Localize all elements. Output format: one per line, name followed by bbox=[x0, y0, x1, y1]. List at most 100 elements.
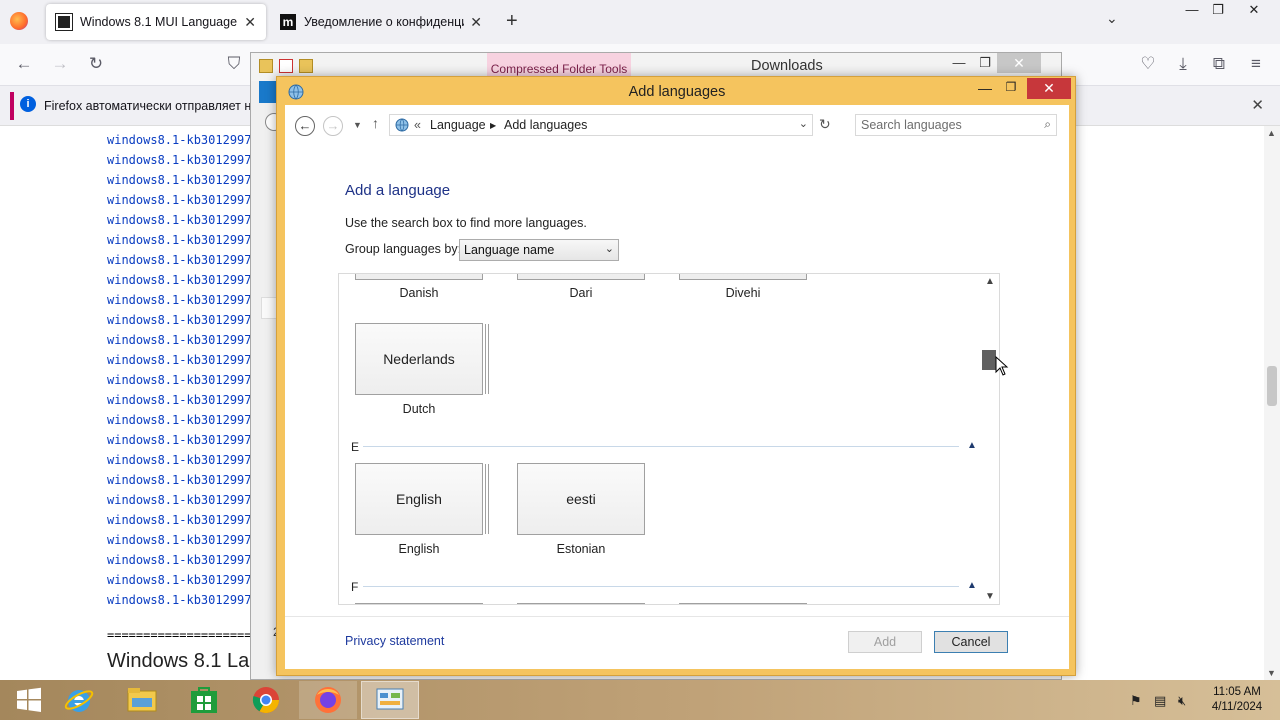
download-link[interactable]: windows8.1-kb3012997 bbox=[107, 290, 252, 310]
search-input[interactable] bbox=[856, 115, 1034, 135]
tab-mui-language-pack[interactable]: Windows 8.1 MUI Language Pa ✕ bbox=[46, 4, 266, 40]
dialog-minimize-button[interactable]: — bbox=[973, 80, 997, 96]
firefox-menu-icon[interactable] bbox=[10, 12, 28, 30]
download-link[interactable]: windows8.1-kb3012997 bbox=[107, 170, 252, 190]
back-arrow-icon[interactable]: ← bbox=[13, 54, 35, 74]
download-link[interactable]: windows8.1-kb3012997 bbox=[107, 490, 252, 510]
download-link[interactable]: windows8.1-kb3012997 bbox=[107, 590, 252, 610]
language-tile-dari[interactable] bbox=[517, 274, 645, 280]
scrollbar-thumb[interactable] bbox=[1267, 366, 1277, 406]
download-link[interactable]: windows8.1-kb3012997 bbox=[107, 530, 252, 550]
download-link[interactable]: windows8.1-kb3012997 bbox=[107, 330, 252, 350]
internet-explorer-button[interactable] bbox=[50, 681, 108, 719]
privacy-statement-link[interactable]: Privacy statement bbox=[345, 634, 444, 648]
language-tile-estonian[interactable]: eesti bbox=[517, 463, 645, 535]
list-all-tabs-icon[interactable]: ⌄ bbox=[1106, 10, 1118, 27]
language-tile-f2[interactable] bbox=[517, 603, 645, 604]
explorer-minimize-button[interactable]: — bbox=[946, 55, 972, 70]
forward-arrow-icon[interactable]: → bbox=[323, 116, 343, 136]
group-by-select[interactable]: Language name ⌄ bbox=[459, 239, 619, 261]
download-link[interactable]: windows8.1-kb3012997 bbox=[107, 270, 252, 290]
minimize-button[interactable]: — bbox=[1178, 2, 1206, 17]
recent-locations-icon[interactable]: ▼ bbox=[353, 120, 362, 130]
download-link-list: windows8.1-kb3012997 windows8.1-kb3012997… bbox=[107, 130, 252, 610]
add-button[interactable]: Add bbox=[848, 631, 922, 653]
download-icon[interactable]: ⤓ bbox=[1172, 54, 1194, 74]
back-arrow-icon[interactable]: ← bbox=[295, 116, 315, 136]
search-box[interactable]: ⌕ bbox=[855, 114, 1057, 136]
new-folder-icon[interactable] bbox=[299, 59, 313, 73]
volume-muted-icon[interactable]: 🔇︎ bbox=[1178, 693, 1186, 709]
control-panel-button[interactable] bbox=[361, 681, 419, 719]
download-link[interactable]: windows8.1-kb3012997 bbox=[107, 470, 252, 490]
extensions-icon[interactable]: ⧉ bbox=[1208, 54, 1230, 74]
download-link[interactable]: windows8.1-kb3012997 bbox=[107, 370, 252, 390]
download-link[interactable]: windows8.1-kb3012997 bbox=[107, 410, 252, 430]
breadcrumb-add-languages[interactable]: Add languages bbox=[504, 118, 587, 132]
download-link[interactable]: windows8.1-kb3012997 bbox=[107, 150, 252, 170]
tab-privacy-notice[interactable]: m Уведомление о конфиденциал ✕ bbox=[270, 4, 492, 40]
action-center-flag-icon[interactable]: ⚑ bbox=[1130, 693, 1142, 709]
explorer-close-button[interactable]: ✕ bbox=[997, 53, 1041, 73]
breadcrumb-language[interactable]: Language bbox=[430, 118, 486, 132]
dialog-maximize-button[interactable]: ❐ bbox=[999, 80, 1023, 94]
file-explorer-button[interactable] bbox=[113, 681, 171, 719]
chrome-button[interactable] bbox=[237, 681, 295, 719]
forward-arrow-icon[interactable]: → bbox=[49, 54, 71, 74]
refresh-icon[interactable]: ↻ bbox=[819, 116, 831, 133]
download-link[interactable]: windows8.1-kb3012997 bbox=[107, 310, 252, 330]
language-tile-f3[interactable] bbox=[679, 603, 807, 604]
scrollbar-thumb[interactable] bbox=[982, 350, 996, 370]
breadcrumb-separator-icon[interactable]: ▶ bbox=[490, 121, 496, 130]
store-button[interactable] bbox=[175, 681, 233, 719]
download-link[interactable]: windows8.1-kb3012997 bbox=[107, 450, 252, 470]
breadcrumb-overflow-icon[interactable]: « bbox=[414, 118, 421, 132]
download-link[interactable]: windows8.1-kb3012997 bbox=[107, 510, 252, 530]
maximize-button[interactable]: ❐ bbox=[1204, 2, 1232, 18]
network-icon[interactable]: ▤ bbox=[1154, 693, 1166, 709]
language-tile-divehi[interactable] bbox=[679, 274, 807, 280]
cancel-button[interactable]: Cancel bbox=[934, 631, 1008, 653]
scroll-down-icon[interactable]: ▼ bbox=[1267, 668, 1276, 678]
scroll-down-icon[interactable]: ▼ bbox=[985, 591, 995, 602]
scroll-up-icon[interactable]: ▲ bbox=[985, 276, 995, 287]
language-list-scrollbar[interactable]: ▲ ▼ bbox=[981, 274, 999, 604]
language-tile-english[interactable]: English bbox=[355, 463, 483, 535]
collapse-group-icon[interactable]: ▲ bbox=[967, 440, 977, 451]
language-tile-dutch[interactable]: Nederlands bbox=[355, 323, 483, 395]
firefox-button[interactable] bbox=[299, 681, 357, 719]
download-link[interactable]: windows8.1-kb3012997 bbox=[107, 210, 252, 230]
dialog-close-button[interactable]: ✕ bbox=[1027, 78, 1071, 99]
shield-icon[interactable]: ⛉ bbox=[223, 54, 245, 74]
folder-icon[interactable] bbox=[259, 59, 273, 73]
page-scrollbar[interactable]: ▲ ▼ bbox=[1264, 126, 1280, 680]
download-link[interactable]: windows8.1-kb3012997 bbox=[107, 250, 252, 270]
new-tab-button[interactable]: + bbox=[506, 10, 518, 33]
close-tab-icon[interactable]: ✕ bbox=[244, 14, 256, 31]
system-clock[interactable]: 11:05 AM 4/11/2024 bbox=[1196, 685, 1278, 715]
address-field[interactable]: « Language ▶ Add languages ⌄ bbox=[389, 114, 813, 136]
address-dropdown-icon[interactable]: ⌄ bbox=[799, 117, 808, 130]
scroll-up-icon[interactable]: ▲ bbox=[1267, 128, 1276, 138]
download-link[interactable]: windows8.1-kb3012997 bbox=[107, 350, 252, 370]
download-link[interactable]: windows8.1-kb3012997 bbox=[107, 430, 252, 450]
close-notification-icon[interactable]: ✕ bbox=[1251, 96, 1264, 114]
download-link[interactable]: windows8.1-kb3012997 bbox=[107, 550, 252, 570]
menu-icon[interactable]: ≡ bbox=[1245, 54, 1267, 74]
download-link[interactable]: windows8.1-kb3012997 bbox=[107, 570, 252, 590]
download-link[interactable]: windows8.1-kb3012997 bbox=[107, 230, 252, 250]
download-link[interactable]: windows8.1-kb3012997 bbox=[107, 190, 252, 210]
download-link[interactable]: windows8.1-kb3012997 bbox=[107, 390, 252, 410]
search-icon[interactable]: ⌕ bbox=[1044, 117, 1051, 132]
language-tile-f1[interactable] bbox=[355, 603, 483, 604]
language-tile-danish[interactable] bbox=[355, 274, 483, 280]
explorer-maximize-button[interactable]: ❐ bbox=[972, 55, 998, 71]
download-link[interactable]: windows8.1-kb3012997 bbox=[107, 130, 252, 150]
collapse-group-icon[interactable]: ▲ bbox=[967, 580, 977, 591]
up-arrow-icon[interactable]: ↑ bbox=[372, 115, 379, 131]
close-button[interactable]: ✕ bbox=[1240, 2, 1268, 18]
reload-icon[interactable]: ↻ bbox=[85, 54, 107, 74]
close-tab-icon[interactable]: ✕ bbox=[470, 14, 482, 31]
properties-icon[interactable] bbox=[279, 59, 293, 73]
pocket-icon[interactable]: ♡ bbox=[1137, 54, 1159, 74]
